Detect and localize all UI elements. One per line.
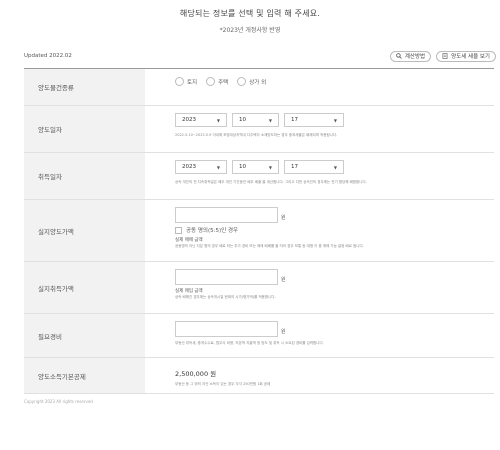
acquire-date-label: 취득일자	[24, 153, 145, 199]
chevron-down-icon: ▼	[268, 164, 272, 170]
transfer-month-select[interactable]: 10 ▼	[232, 113, 279, 127]
calc-method-label: 계산방법	[404, 54, 426, 60]
calc-method-button[interactable]: 계산방법	[389, 50, 432, 62]
asset-type-label: 양도물건종류	[24, 69, 145, 105]
footer-text: Copyright 2023 All rights reserved	[24, 399, 93, 404]
purchase-price-unit: 원	[281, 276, 286, 283]
expenses-label: 필요경비	[24, 314, 145, 357]
page-subtitle: *2023년 개정사항 반영	[219, 27, 281, 34]
sale-price-hint: 실제 매매 금액	[175, 238, 203, 243]
joint-ownership-checkbox[interactable]: 공동 명의(5:5)인 경우	[175, 226, 494, 234]
radio-house[interactable]: 주택	[206, 77, 228, 86]
acquire-month-select[interactable]: 10 ▼	[232, 160, 279, 174]
row-expenses: 필요경비 원 부동산 취득세, 중개수수료, 법무사 비용, 자본적 지출액 등…	[24, 314, 494, 358]
acquire-year-select[interactable]: 2023 ▼	[175, 160, 227, 174]
transfer-day-select[interactable]: 17 ▼	[284, 113, 344, 127]
chevron-down-icon: ▼	[216, 164, 220, 170]
basic-deduction-amount: 2,500,000 원	[175, 370, 217, 378]
page-header: 해당되는 정보를 선택 및 입력 해 주세요. *2023년 개정사항 반영	[0, 0, 500, 48]
row-acquire-date: 취득일자 2023 ▼ 10 ▼ 17 ▼ 상속 개인의 전 지속취득일은 배우 개인…	[24, 153, 494, 200]
radio-land[interactable]: 토지	[175, 77, 197, 86]
acquire-day-select[interactable]: 17 ▼	[284, 160, 344, 174]
sale-price-label: 실지양도가액	[24, 200, 145, 261]
expenses-hint-note: 부동산 취득세, 중개수수료, 법무사 비용, 자본적 지출액 등 양도 및 취…	[175, 341, 324, 345]
updated-label: Updated 2022.02	[24, 53, 72, 59]
transfer-date-note: 2022.5.10~2023.5.9 이내에 조정대상지역내 다주택자 소재양도…	[175, 133, 338, 137]
purchase-price-hint-note: 상속 배해진 경우에는 상속개시일 현재의 시가(평가액)를 적용합니다.	[175, 295, 276, 299]
basic-deduction-label: 양도소득기본공제	[24, 358, 145, 393]
purchase-price-label: 실지취득가액	[24, 262, 145, 313]
search-icon	[396, 53, 402, 59]
page-title: 해당되는 정보를 선택 및 입력 해 주세요.	[179, 9, 321, 18]
tax-form: 양도물건종류 토지 주택 상가 외 양도일자 2023 ▼ 10 ▼ 17 ▼ 202…	[24, 68, 494, 394]
view-tax-rate-button[interactable]: 양도세 세율 보기	[436, 50, 496, 62]
basic-deduction-note: 부동산 등 그 밖의 자산 소득이 있는 경우 각각 250만원 1회 공제	[175, 382, 271, 386]
checkbox-box[interactable]	[175, 226, 182, 234]
chevron-down-icon: ▼	[268, 117, 272, 123]
row-sale-price: 실지양도가액 원 공동 명의(5:5)인 경우 실제 매매 금액 공동명의 아닌…	[24, 200, 494, 262]
radio-circle[interactable]	[206, 77, 216, 86]
row-asset-type: 양도물건종류 토지 주택 상가 외	[24, 69, 494, 106]
row-basic-deduction: 양도소득기본공제 2,500,000 원 부동산 등 그 밖의 자산 소득이 있…	[24, 358, 494, 394]
chevron-down-icon: ▼	[333, 117, 337, 123]
sale-price-input[interactable]	[175, 207, 278, 223]
document-icon	[442, 53, 448, 59]
sale-price-unit: 원	[281, 214, 286, 221]
topbar: Updated 2022.02 계산방법 양도세 세율 보기	[0, 48, 500, 64]
purchase-price-hint: 실제 매입 금액	[175, 289, 203, 294]
row-purchase-price: 실지취득가액 원 실제 매입 금액 상속 배해진 경우에는 상속개시일 현재의 …	[24, 262, 494, 314]
transfer-date-label: 양도일자	[24, 106, 145, 152]
row-transfer-date: 양도일자 2023 ▼ 10 ▼ 17 ▼ 2022.5.10~2023.5.9 이내…	[24, 106, 494, 153]
transfer-year-select[interactable]: 2023 ▼	[175, 113, 227, 127]
radio-commercial[interactable]: 상가 외	[237, 77, 266, 86]
sale-price-hint-note: 공동명의 아닌 지분 협의 경우 배로 하는 추가 경비 또는 매매 배배를 볼…	[175, 244, 364, 248]
chevron-down-icon: ▼	[333, 164, 337, 170]
purchase-price-input[interactable]	[175, 269, 278, 285]
acquire-date-note: 상속 개인의 전 지속취득일은 배우 개인 기간동안 배우 배출 을 계산합니다…	[175, 180, 367, 184]
expenses-unit: 원	[281, 328, 286, 335]
chevron-down-icon: ▼	[216, 117, 220, 123]
expenses-input[interactable]	[175, 321, 278, 337]
radio-circle[interactable]	[237, 77, 247, 86]
asset-type-radio-group: 토지 주택 상가 외	[175, 69, 494, 86]
radio-circle[interactable]	[175, 77, 184, 86]
view-tax-rate-label: 양도세 세율 보기	[451, 54, 490, 60]
